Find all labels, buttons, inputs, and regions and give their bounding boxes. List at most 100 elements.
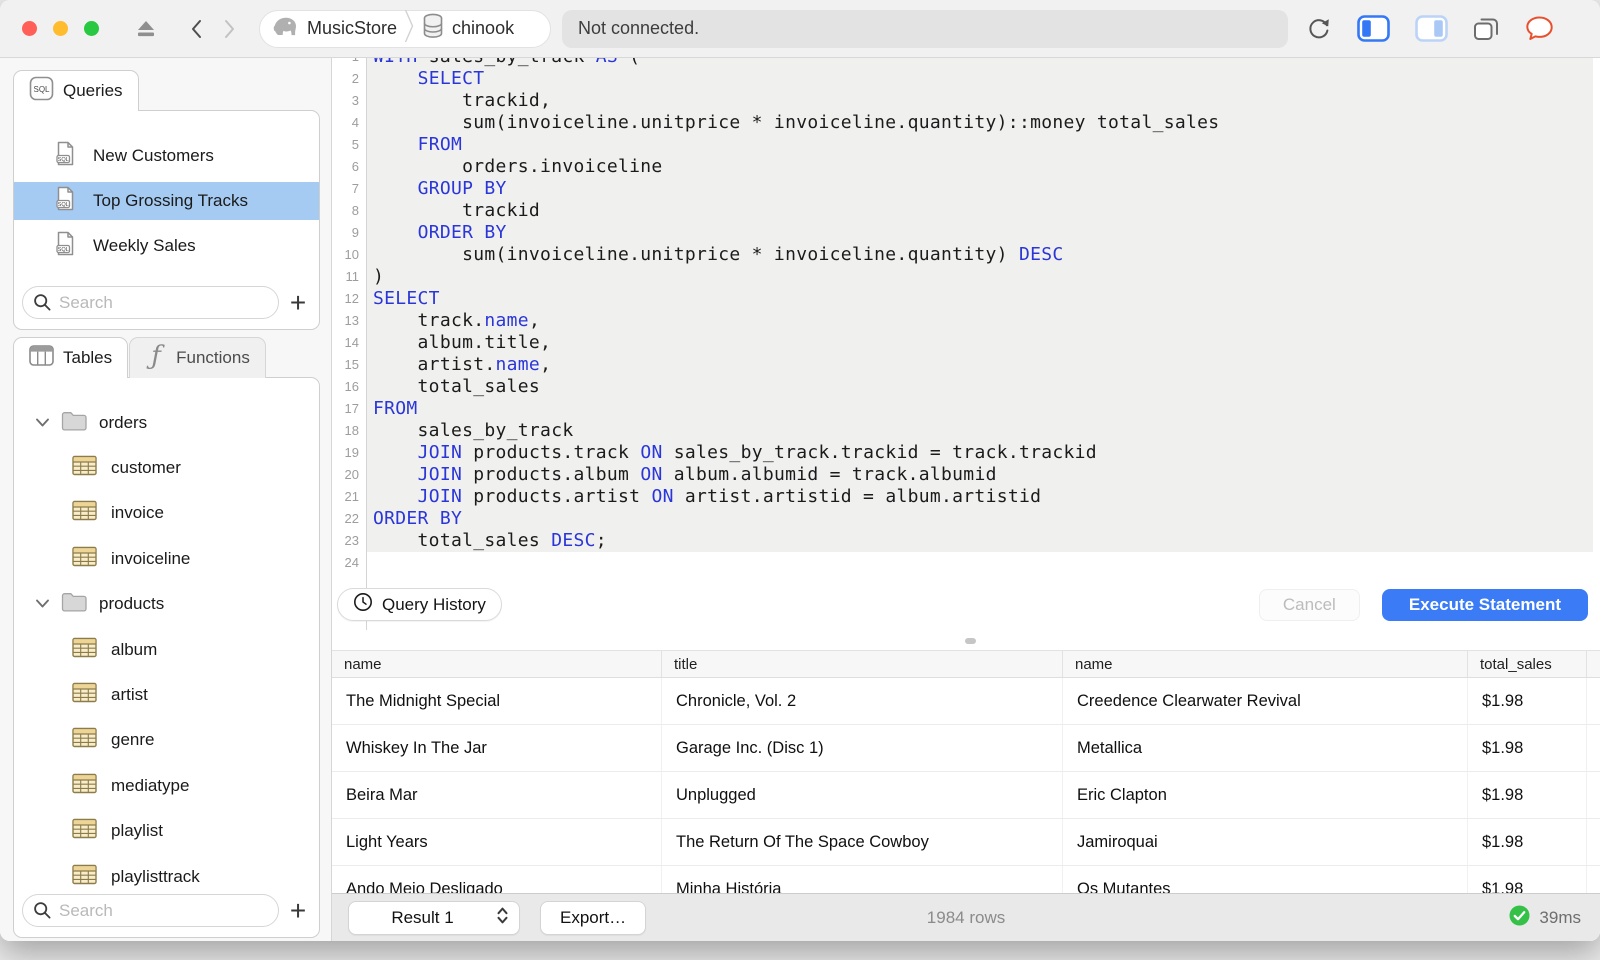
close-window-button[interactable] bbox=[22, 21, 37, 36]
tree-item-playlist[interactable]: playlist bbox=[14, 809, 319, 854]
back-button[interactable] bbox=[189, 18, 203, 40]
result-cell[interactable]: Metallica bbox=[1063, 725, 1468, 771]
table-icon bbox=[72, 546, 97, 572]
zoom-window-button[interactable] bbox=[84, 21, 99, 36]
execute-statement-button[interactable]: Execute Statement bbox=[1381, 588, 1588, 621]
postgres-elephant-icon bbox=[272, 13, 300, 44]
result-cell[interactable]: Jamiroquai bbox=[1063, 819, 1468, 865]
titlebar-actions bbox=[1305, 15, 1554, 42]
tree-item-products[interactable]: products bbox=[14, 582, 319, 627]
result-cell[interactable]: Ando Meio Desligado bbox=[332, 866, 662, 893]
result-cell[interactable]: The Midnight Special bbox=[332, 678, 662, 724]
results-statusbar: Result 1 Export… 1984 rows 39ms bbox=[332, 893, 1600, 941]
result-cell[interactable]: Creedence Clearwater Revival bbox=[1063, 678, 1468, 724]
query-item-top-grossing-tracks[interactable]: SQL Top Grossing Tracks bbox=[14, 182, 319, 220]
table-icon bbox=[72, 500, 97, 526]
result-cell[interactable]: Light Years bbox=[332, 819, 662, 865]
result-cell[interactable]: Whiskey In The Jar bbox=[332, 725, 662, 771]
success-check-icon bbox=[1509, 905, 1530, 931]
chevron-down-icon[interactable] bbox=[35, 413, 50, 433]
table-row: Whiskey In The Jar Garage Inc. (Disc 1) Me… bbox=[332, 725, 1600, 772]
add-query-button[interactable]: + bbox=[283, 286, 313, 319]
breadcrumb-database-label: chinook bbox=[452, 18, 515, 38]
result-cell[interactable]: Eric Clapton bbox=[1063, 772, 1468, 818]
result-cell[interactable]: The Return Of The Space Cowboy bbox=[662, 819, 1063, 865]
tree-item-mediatype[interactable]: mediatype bbox=[14, 763, 319, 808]
tab-functions[interactable]: ƒ Functions bbox=[129, 337, 266, 378]
sidebar: SQL Queries SQL New Customers SQL Top Gross… bbox=[0, 58, 332, 941]
query-history-button[interactable]: Query History bbox=[337, 588, 502, 621]
export-button[interactable]: Export… bbox=[540, 900, 647, 935]
tree-item-label: playlisttrack bbox=[111, 866, 200, 886]
line-number: 20 bbox=[344, 467, 359, 482]
scrollbar-gutter bbox=[1587, 819, 1600, 865]
tree-item-customer[interactable]: customer bbox=[14, 445, 319, 490]
result-selector[interactable]: Result 1 bbox=[348, 900, 520, 935]
row-count: 1984 rows bbox=[926, 907, 1006, 927]
code-line: FROM bbox=[367, 398, 1593, 420]
column-header-title[interactable]: title bbox=[662, 651, 1063, 677]
table-columns-icon bbox=[29, 345, 54, 371]
code-line: SELECT bbox=[367, 68, 1593, 90]
breadcrumb-database[interactable]: chinook bbox=[421, 12, 514, 45]
tree-item-artist[interactable]: artist bbox=[14, 672, 319, 717]
schema-tree: orders customer invoice invoiceline products… bbox=[14, 378, 319, 937]
refresh-icon[interactable] bbox=[1305, 15, 1332, 42]
line-number: 5 bbox=[351, 137, 359, 152]
result-cell[interactable]: $1.98 bbox=[1468, 678, 1587, 724]
result-cell[interactable]: $1.98 bbox=[1468, 866, 1587, 893]
toggle-left-sidebar-icon[interactable] bbox=[1357, 15, 1390, 42]
forward-button[interactable] bbox=[223, 18, 237, 40]
result-cell[interactable]: Beira Mar bbox=[332, 772, 662, 818]
result-cell[interactable]: $1.98 bbox=[1468, 772, 1587, 818]
code-line: SELECT bbox=[367, 288, 1593, 310]
tree-item-album[interactable]: album bbox=[14, 627, 319, 672]
code-line: sum(invoiceline.unitprice * invoiceline.… bbox=[367, 112, 1593, 134]
toggle-right-sidebar-icon[interactable] bbox=[1415, 15, 1448, 42]
line-number: 15 bbox=[344, 357, 359, 372]
duration-label: 39ms bbox=[1539, 907, 1581, 927]
sql-editor[interactable]: 123456789101112131415161718192021222324 … bbox=[332, 58, 1600, 630]
line-number: 6 bbox=[351, 159, 359, 174]
tree-item-genre[interactable]: genre bbox=[14, 718, 319, 763]
line-number: 24 bbox=[344, 555, 359, 570]
result-cell[interactable]: Os Mutantes bbox=[1063, 866, 1468, 893]
result-cell[interactable]: $1.98 bbox=[1468, 725, 1587, 771]
line-number: 9 bbox=[351, 225, 359, 240]
tree-item-orders[interactable]: orders bbox=[14, 400, 319, 445]
line-number: 22 bbox=[344, 511, 359, 526]
disconnect-eject-icon[interactable] bbox=[135, 18, 157, 39]
code-line: trackid bbox=[367, 200, 1593, 222]
query-item-new-customers[interactable]: SQL New Customers bbox=[14, 137, 319, 175]
tree-item-invoice[interactable]: invoice bbox=[14, 491, 319, 536]
line-number: 17 bbox=[344, 401, 359, 416]
tree-item-playlisttrack[interactable]: playlisttrack bbox=[14, 854, 319, 899]
cancel-button[interactable]: Cancel bbox=[1258, 588, 1360, 621]
minimize-window-button[interactable] bbox=[53, 21, 68, 36]
divider-drag-handle[interactable] bbox=[965, 638, 976, 644]
chevron-down-icon[interactable] bbox=[35, 594, 50, 614]
result-cell[interactable]: Minha História bbox=[662, 866, 1063, 893]
feedback-chat-icon[interactable] bbox=[1525, 15, 1554, 42]
query-item-label: Weekly Sales bbox=[93, 236, 196, 255]
result-cell[interactable]: Chronicle, Vol. 2 bbox=[662, 678, 1063, 724]
queries-search-input[interactable] bbox=[22, 286, 279, 319]
result-cell[interactable]: Garage Inc. (Disc 1) bbox=[662, 725, 1063, 771]
column-header-name[interactable]: name bbox=[332, 651, 662, 677]
code-line: sales_by_track bbox=[367, 420, 1593, 442]
tab-queries[interactable]: SQL Queries bbox=[13, 70, 139, 111]
add-table-button[interactable]: + bbox=[283, 894, 313, 927]
query-item-weekly-sales[interactable]: SQL Weekly Sales bbox=[14, 227, 319, 265]
windows-icon[interactable] bbox=[1473, 16, 1500, 42]
column-header-name[interactable]: name bbox=[1063, 651, 1468, 677]
tree-item-invoiceline[interactable]: invoiceline bbox=[14, 536, 319, 581]
breadcrumb-server[interactable]: MusicStore bbox=[272, 13, 397, 44]
result-cell[interactable]: Unplugged bbox=[662, 772, 1063, 818]
query-list: SQL New Customers SQL Top Grossing Tracks SQ… bbox=[14, 111, 319, 272]
result-cell[interactable]: $1.98 bbox=[1468, 819, 1587, 865]
table-row: Beira Mar Unplugged Eric Clapton $1.98 bbox=[332, 772, 1600, 819]
column-header-total-sales[interactable]: total_sales bbox=[1468, 651, 1587, 677]
tables-search-input[interactable] bbox=[22, 894, 279, 927]
tab-tables[interactable]: Tables bbox=[13, 337, 129, 378]
table-icon bbox=[72, 818, 97, 844]
